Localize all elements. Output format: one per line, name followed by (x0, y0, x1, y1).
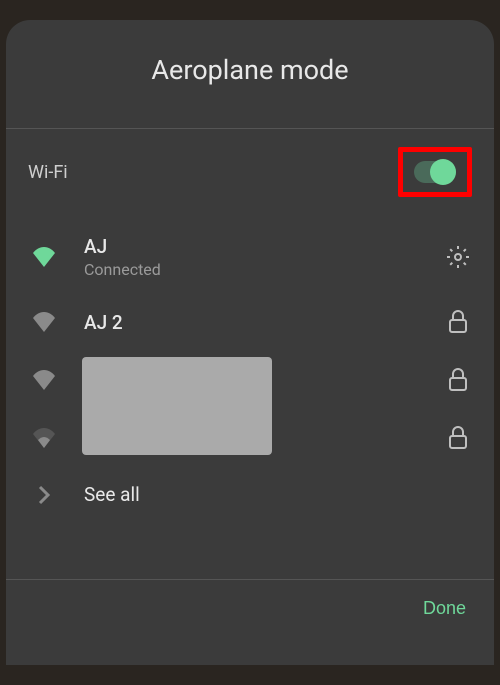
lock-icon (444, 426, 472, 450)
lock-icon (444, 310, 472, 334)
network-item-connected[interactable]: AJ Connected (14, 221, 486, 293)
network-item-redacted[interactable] (14, 351, 486, 409)
wifi-label: Wi-Fi (28, 162, 68, 183)
lock-icon (444, 368, 472, 392)
see-all-label: See all (84, 483, 140, 506)
network-name: AJ 2 (84, 311, 444, 334)
redacted-block (82, 357, 272, 455)
wifi-toggle-container (398, 147, 472, 197)
wifi-signal-icon (28, 370, 60, 390)
page-title: Aeroplane mode (26, 54, 474, 86)
panel-header: Aeroplane mode (6, 20, 494, 128)
network-status: Connected (84, 260, 444, 279)
see-all-button[interactable]: See all (14, 467, 486, 522)
settings-gear-icon[interactable] (444, 245, 472, 269)
network-text: AJ 2 (84, 311, 444, 334)
wifi-signal-icon (28, 247, 60, 267)
panel-footer: Done (6, 579, 494, 665)
network-item[interactable]: AJ 2 (14, 293, 486, 351)
network-text: AJ Connected (84, 235, 444, 279)
chevron-right-icon (28, 485, 60, 505)
network-list: AJ Connected AJ 2 (6, 221, 494, 579)
wifi-signal-icon (28, 312, 60, 332)
redacted-networks (14, 351, 486, 467)
wifi-toggle-thumb (430, 159, 456, 185)
done-button[interactable]: Done (423, 598, 466, 619)
wifi-signal-weak-icon (28, 428, 60, 448)
settings-panel: Aeroplane mode Wi-Fi AJ Connected (6, 20, 494, 665)
wifi-toggle-row: Wi-Fi (6, 129, 494, 221)
wifi-toggle[interactable] (414, 161, 456, 183)
network-name: AJ (84, 235, 444, 258)
